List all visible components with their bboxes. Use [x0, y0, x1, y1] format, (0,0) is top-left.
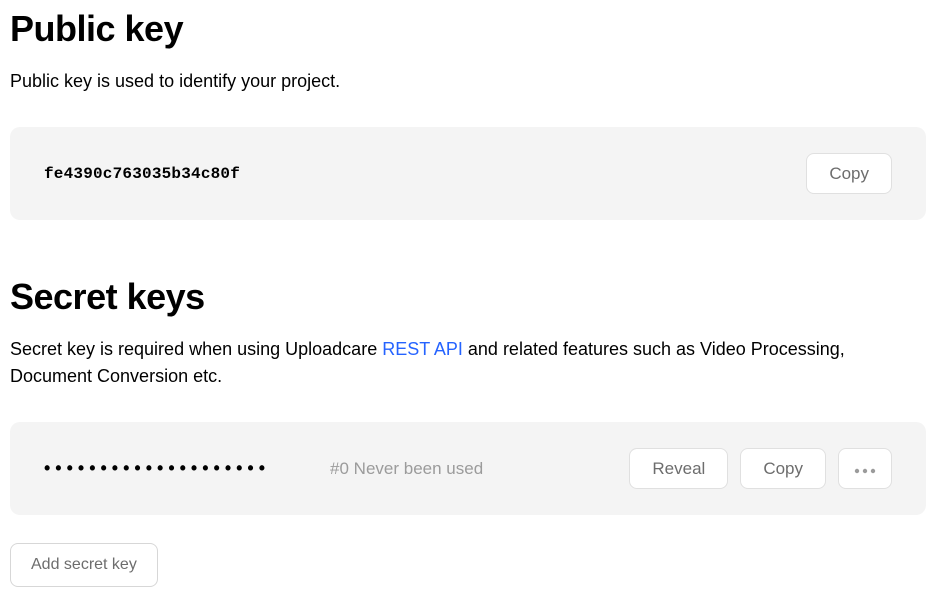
secret-key-meta: #0 Never been used — [330, 459, 569, 479]
more-actions-button[interactable] — [838, 448, 892, 489]
public-key-card: fe4390c763035b34c80f Copy — [10, 127, 926, 220]
copy-secret-button[interactable]: Copy — [740, 448, 826, 489]
public-key-title: Public key — [10, 8, 926, 50]
add-key-row: Add secret key — [10, 543, 926, 587]
public-key-desc: Public key is used to identify your proj… — [10, 68, 926, 95]
secret-keys-desc: Secret key is required when using Upload… — [10, 336, 926, 390]
secret-key-masked: •••••••••••••••••••• — [44, 458, 270, 479]
public-key-section: Public key Public key is used to identif… — [10, 8, 926, 220]
secret-desc-pre: Secret key is required when using Upload… — [10, 339, 382, 359]
secret-key-card: •••••••••••••••••••• #0 Never been used … — [10, 422, 926, 515]
add-secret-key-button[interactable]: Add secret key — [10, 543, 158, 587]
more-icon — [853, 460, 877, 477]
secret-key-row: •••••••••••••••••••• #0 Never been used … — [44, 448, 892, 489]
rest-api-link[interactable]: REST API — [382, 339, 463, 359]
public-key-actions: Copy — [806, 153, 892, 194]
secret-keys-title: Secret keys — [10, 276, 926, 318]
copy-public-key-button[interactable]: Copy — [806, 153, 892, 194]
secret-keys-section: Secret keys Secret key is required when … — [10, 276, 926, 587]
reveal-secret-button[interactable]: Reveal — [629, 448, 728, 489]
secret-key-actions: Reveal Copy — [629, 448, 892, 489]
public-key-value: fe4390c763035b34c80f — [44, 165, 240, 183]
